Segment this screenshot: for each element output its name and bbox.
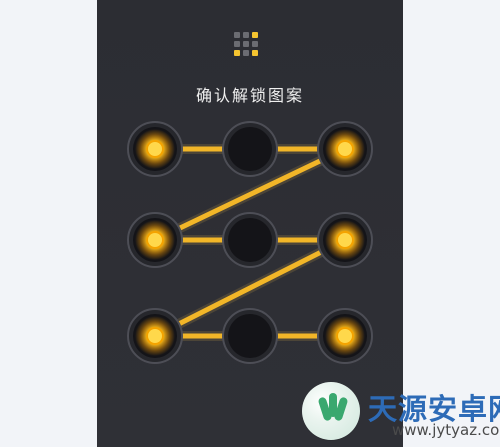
selected-node-dot	[146, 327, 164, 345]
pattern-preview-dot	[234, 50, 240, 56]
pattern-node[interactable]	[222, 121, 278, 177]
selected-node-dot	[336, 327, 354, 345]
pattern-preview-dot	[252, 41, 258, 47]
pattern-node[interactable]	[317, 121, 373, 177]
pattern-node[interactable]	[317, 212, 373, 268]
pattern-preview-dot	[243, 41, 249, 47]
watermark: 天源安卓网 www.jytyaz.com	[300, 382, 500, 444]
pattern-node[interactable]	[222, 212, 278, 268]
selected-node-dot	[146, 231, 164, 249]
logo-icon	[302, 382, 360, 440]
pattern-preview-dot	[243, 50, 249, 56]
unlock-pattern-pad[interactable]	[97, 100, 403, 400]
pattern-preview-dot	[234, 41, 240, 47]
pattern-nodes[interactable]	[127, 121, 373, 364]
pattern-node[interactable]	[127, 308, 183, 364]
pattern-preview-dot	[252, 32, 258, 38]
pattern-node[interactable]	[222, 308, 278, 364]
selected-node-dot	[336, 140, 354, 158]
pattern-preview-dot	[243, 32, 249, 38]
pattern-node[interactable]	[127, 212, 183, 268]
pattern-node-core	[228, 314, 272, 358]
page-root: 确认解锁图案 天源安卓网 www.jytyaz.com	[0, 0, 500, 447]
selected-node-dot	[336, 231, 354, 249]
selected-node-dot	[146, 140, 164, 158]
pattern-node[interactable]	[317, 308, 373, 364]
pattern-node-core	[228, 218, 272, 262]
pattern-preview	[234, 32, 266, 64]
pattern-node-core	[228, 127, 272, 171]
pattern-preview-dot	[234, 32, 240, 38]
pattern-node[interactable]	[127, 121, 183, 177]
watermark-domain: www.jytyaz.com	[392, 421, 500, 439]
pattern-preview-dot	[252, 50, 258, 56]
